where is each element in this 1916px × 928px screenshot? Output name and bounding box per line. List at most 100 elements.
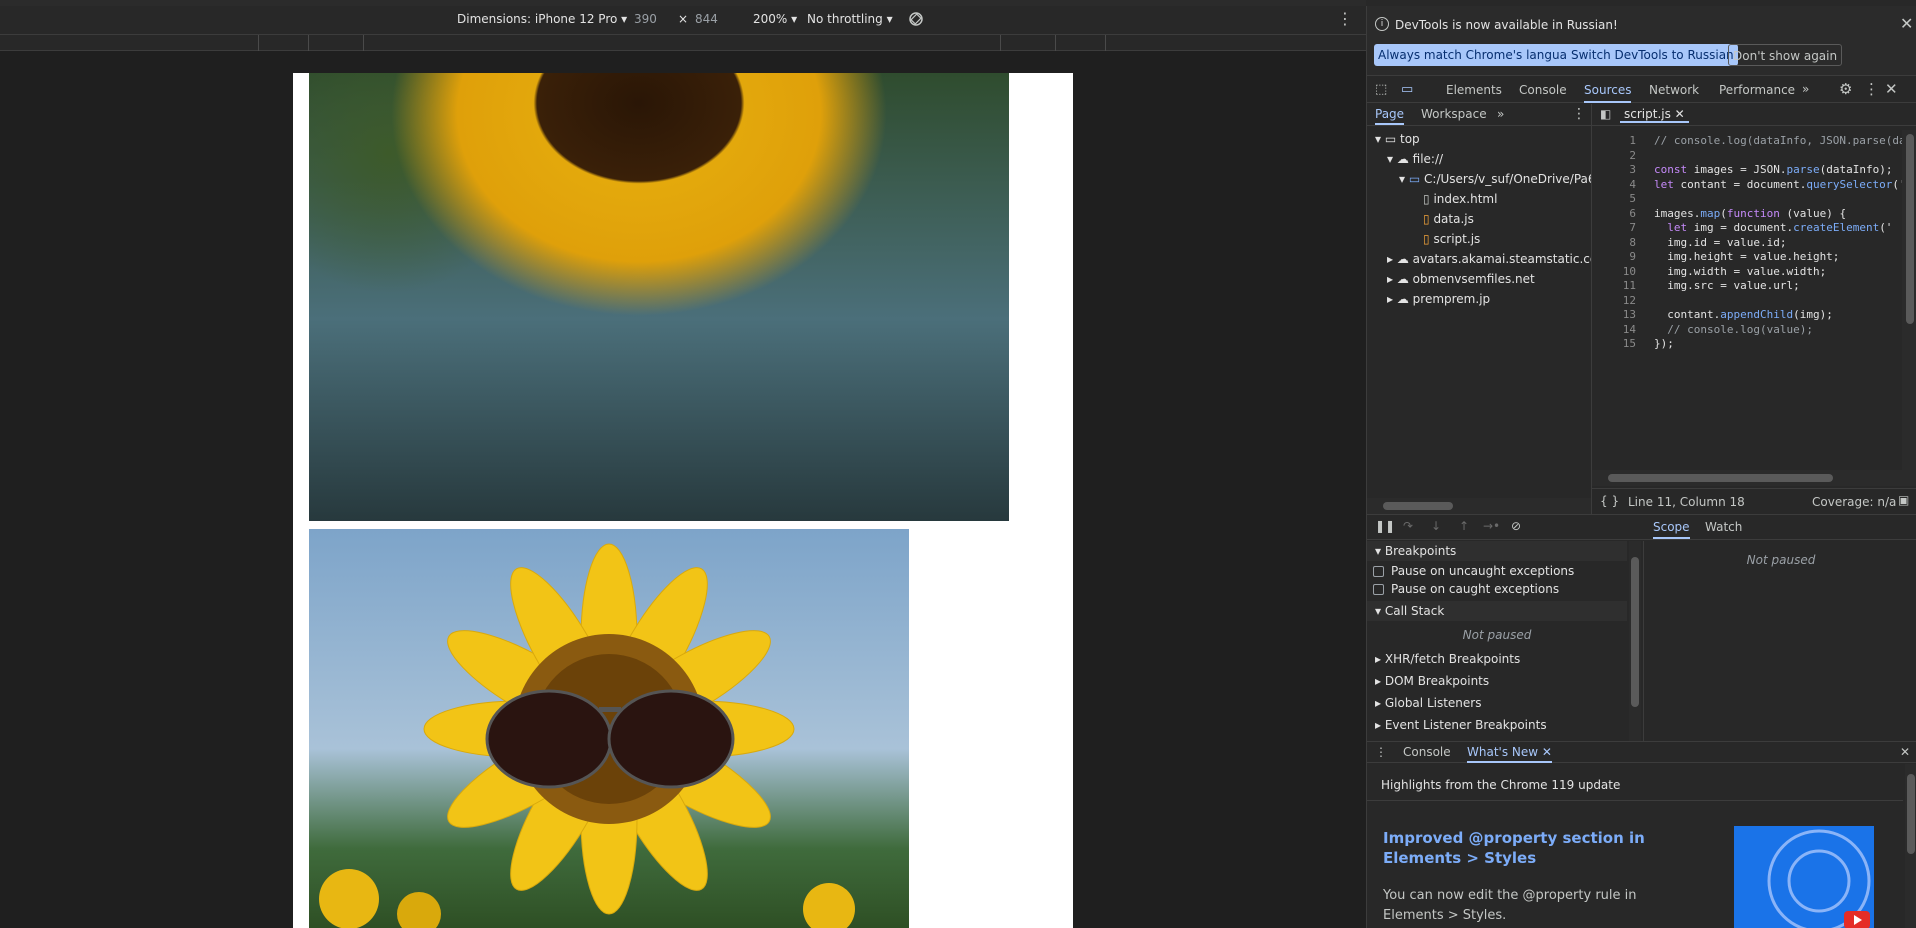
pause-caught-row[interactable]: Pause on caught exceptions (1367, 579, 1627, 599)
throttling-select[interactable]: No throttling ▾ (807, 12, 893, 26)
line-number[interactable]: 11 (1592, 279, 1636, 292)
line-number[interactable]: 15 (1592, 337, 1636, 350)
step-icon[interactable]: →• (1483, 519, 1500, 533)
global-listeners-section[interactable]: ▸ Global Listeners (1367, 693, 1627, 713)
line-number[interactable]: 13 (1592, 308, 1636, 321)
tab-page[interactable]: Page (1375, 104, 1405, 125)
drawer-menu-icon[interactable]: ⋮ (1375, 745, 1387, 759)
debugger-scrollbar[interactable] (1629, 541, 1641, 741)
toggle-debugger-icon[interactable]: ▣ (1898, 493, 1909, 507)
close-drawer-icon[interactable]: ✕ (1900, 745, 1910, 759)
navigator-menu-icon[interactable]: ⋮ (1572, 106, 1586, 122)
dont-show-again-button[interactable]: Don't show again (1728, 44, 1843, 66)
call-stack-section[interactable]: ▾ Call Stack (1367, 601, 1627, 621)
xhr-breakpoints-section[interactable]: ▸ XHR/fetch Breakpoints (1367, 649, 1627, 669)
debugger-toolbar: ❚❚ ↷ ↓ ↑ →• ⊘ Scope Watch (1367, 514, 1916, 540)
tree-file-index[interactable]: ▯ index.html (1423, 192, 1497, 206)
cursor-position: Line 11, Column 18 (1628, 495, 1745, 509)
coverage-status: Coverage: n/a (1812, 495, 1897, 509)
close-tab-icon[interactable]: ✕ (1675, 107, 1685, 121)
pause-uncaught-row[interactable]: Pause on uncaught exceptions (1367, 561, 1627, 581)
close-devtools-icon[interactable]: ✕ (1885, 80, 1898, 98)
whats-new-panel: Highlights from the Chrome 119 update Im… (1367, 764, 1916, 928)
editor-hscrollbar[interactable] (1592, 470, 1916, 486)
pause-icon[interactable]: ❚❚ (1375, 519, 1395, 533)
tab-watch[interactable]: Watch (1705, 515, 1742, 539)
code-line: images.map(function (value) { (1654, 206, 1847, 220)
code-line: // console.log(value); (1654, 322, 1813, 336)
customize-menu-icon[interactable]: ⋮ (1864, 80, 1879, 98)
switch-to-russian-button[interactable]: Switch DevTools to Russian (1567, 44, 1738, 66)
line-number[interactable]: 6 (1592, 207, 1636, 220)
zoom-select[interactable]: 200% ▾ (753, 12, 797, 26)
navigator-scrollbar[interactable] (1367, 498, 1591, 514)
tree-file-origin[interactable]: ▾ ☁ file:// (1387, 152, 1443, 166)
code-line: let contant = document.querySelector(' (1654, 177, 1902, 191)
line-number[interactable]: 5 (1592, 192, 1636, 205)
tree-top[interactable]: ▾ ▭ top (1375, 132, 1420, 146)
video-thumbnail-graphic (1767, 829, 1871, 928)
drawer-tab-whats-new[interactable]: What's New ✕ (1467, 742, 1552, 763)
step-over-icon[interactable]: ↷ (1403, 519, 1413, 533)
line-number[interactable]: 14 (1592, 323, 1636, 336)
more-navigator-tabs-icon[interactable]: » (1497, 107, 1504, 121)
width-input[interactable]: 390 (634, 12, 657, 26)
code-lines[interactable]: 1 // console.log(dataInfo, JSON.parse(da 2… (1592, 130, 1902, 470)
tab-scope[interactable]: Scope (1653, 515, 1690, 539)
step-out-icon[interactable]: ↑ (1459, 519, 1469, 533)
tab-performance[interactable]: Performance (1719, 77, 1795, 103)
line-number[interactable]: 7 (1592, 221, 1636, 234)
rotate-icon[interactable] (907, 10, 925, 28)
event-listener-breakpoints-section[interactable]: ▸ Event Listener Breakpoints (1367, 715, 1627, 735)
deactivate-breakpoints-icon[interactable]: ⊘ (1511, 519, 1521, 533)
line-number[interactable]: 10 (1592, 265, 1636, 278)
editor-tab-script[interactable]: script.js ✕ (1620, 107, 1689, 123)
breakpoints-section[interactable]: ▾ Breakpoints (1367, 541, 1627, 561)
feature-body: You can now edit the @property rule in E… (1383, 888, 1637, 923)
tree-domain-premprem[interactable]: ▸ ☁ premprem.jp (1387, 292, 1490, 306)
line-number[interactable]: 12 (1592, 294, 1636, 307)
height-input[interactable]: 844 (695, 12, 718, 26)
call-stack-status: Not paused (1462, 628, 1532, 642)
line-number[interactable]: 8 (1592, 236, 1636, 249)
line-number[interactable]: 2 (1592, 149, 1636, 162)
line-number[interactable]: 4 (1592, 178, 1636, 191)
step-into-icon[interactable]: ↓ (1431, 519, 1441, 533)
tree-domain-akamai[interactable]: ▸ ☁ avatars.akamai.steamstatic.com (1387, 252, 1591, 266)
dom-breakpoints-section[interactable]: ▸ DOM Breakpoints (1367, 671, 1627, 691)
code-line: const images = JSON.parse(dataInfo); (1654, 163, 1893, 176)
code-line: // console.log(dataInfo, JSON.parse(da (1654, 134, 1902, 147)
tab-workspace[interactable]: Workspace (1421, 104, 1487, 125)
info-icon: i (1375, 17, 1389, 31)
tree-folder[interactable]: ▾ ▭ C:/Users/v_suf/OneDrive/Pa6o (1399, 172, 1591, 186)
device-toggle-icon[interactable]: ▭ (1401, 82, 1413, 97)
tab-sources[interactable]: Sources (1584, 77, 1632, 103)
line-number[interactable]: 9 (1592, 250, 1636, 263)
tab-elements[interactable]: Elements (1446, 77, 1502, 103)
more-options-icon[interactable]: ⋮ (1337, 9, 1353, 28)
tab-network[interactable]: Network (1649, 77, 1699, 103)
highlights-heading: Highlights from the Chrome 119 update (1381, 778, 1621, 792)
pretty-print-icon[interactable]: { } (1600, 494, 1619, 508)
drawer-scrollbar[interactable] (1905, 764, 1916, 928)
tree-domain-obmen[interactable]: ▸ ☁ obmenvsemfiles.net (1387, 272, 1535, 286)
tab-console[interactable]: Console (1519, 77, 1567, 103)
inspect-element-icon[interactable]: ⬚ (1375, 82, 1387, 97)
line-number[interactable]: 1 (1592, 134, 1636, 147)
editor-vscrollbar[interactable] (1902, 130, 1916, 470)
toggle-navigator-icon[interactable]: ◧ (1600, 107, 1611, 121)
device-select[interactable]: Dimensions: iPhone 12 Pro ▾ (457, 12, 627, 26)
always-match-language-button[interactable]: Always match Chrome's language (1374, 44, 1586, 66)
debugger-sidebar: ▾ Breakpoints Pause on uncaught exceptio… (1367, 541, 1627, 741)
tree-file-script[interactable]: ▯ script.js (1423, 232, 1480, 246)
settings-gear-icon[interactable]: ⚙ (1839, 80, 1852, 98)
pause-caught-checkbox[interactable] (1373, 584, 1384, 595)
pause-uncaught-checkbox[interactable] (1373, 566, 1384, 577)
drawer-tab-console[interactable]: Console (1403, 742, 1451, 763)
line-number[interactable]: 3 (1592, 163, 1636, 176)
video-thumbnail[interactable] (1734, 826, 1874, 928)
feature-headline[interactable]: Improved @property section in Elements >… (1383, 828, 1653, 868)
tree-file-data[interactable]: ▯ data.js (1423, 212, 1474, 226)
close-infobar-icon[interactable]: ✕ (1900, 14, 1913, 33)
more-tabs-icon[interactable]: » (1802, 82, 1809, 96)
